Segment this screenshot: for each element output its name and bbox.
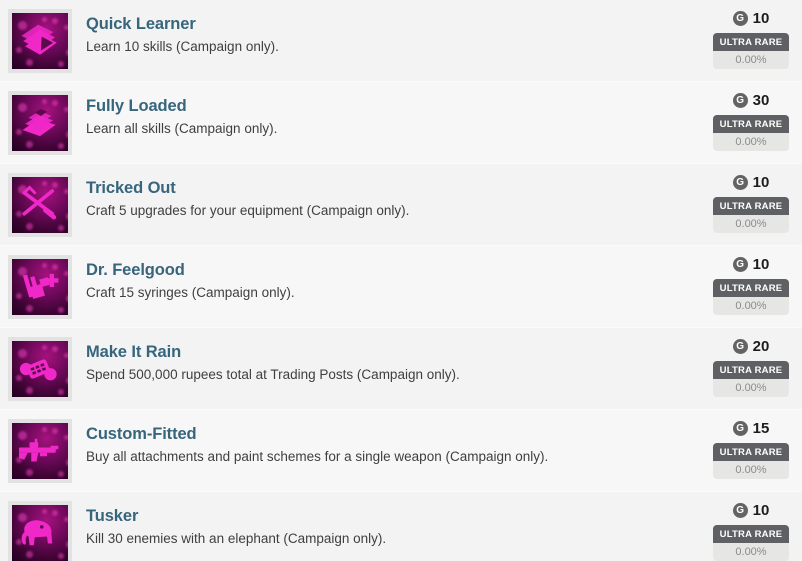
gamerscore-line: G 30 xyxy=(732,90,770,110)
rarity-percent: 0.00% xyxy=(713,297,789,315)
achievement-list: Quick Learner Learn 10 skills (Campaign o… xyxy=(0,0,802,561)
achievement-description: Kill 30 enemies with an elephant (Campai… xyxy=(86,531,387,547)
rarity-badge: ULTRA RARE xyxy=(713,279,789,297)
gamerscore-g-icon: G xyxy=(732,502,748,518)
achievement-title[interactable]: Tricked Out xyxy=(86,177,582,199)
achievement-row[interactable]: Custom-Fitted Buy all attachments and pai… xyxy=(0,410,802,492)
rarity-badge: ULTRA RARE xyxy=(713,361,789,379)
achievement-title[interactable]: Fully Loaded xyxy=(86,95,582,117)
gamerscore-g-icon: G xyxy=(732,420,748,436)
achievement-text-cell: Tricked Out Craft 5 upgrades for your equ… xyxy=(72,172,592,222)
achievement-meta-cell: G 10 ULTRA RARE 0.00% xyxy=(706,8,802,69)
achievement-row[interactable]: Quick Learner Learn 10 skills (Campaign o… xyxy=(0,0,802,82)
rarity-badge: ULTRA RARE xyxy=(713,115,789,133)
rarity-percent: 0.00% xyxy=(713,461,789,479)
achievement-icon-cell xyxy=(0,172,72,237)
gamerscore-line: G 15 xyxy=(732,418,770,438)
achievement-title[interactable]: Dr. Feelgood xyxy=(86,259,582,281)
achievement-text-cell: Make It Rain Spend 500,000 rupees total a… xyxy=(72,336,592,386)
gamerscore-value: 10 xyxy=(752,255,770,273)
achievement-icon-cell xyxy=(0,8,72,73)
achievement-title[interactable]: Make It Rain xyxy=(86,341,582,363)
rarity-box[interactable]: ULTRA RARE 0.00% xyxy=(713,525,789,561)
achievement-text-cell: Tusker Kill 30 enemies with an elephant (… xyxy=(72,500,592,550)
elephant-icon xyxy=(8,501,72,561)
achievement-meta-cell: G 15 ULTRA RARE 0.00% xyxy=(706,418,802,479)
gamerscore-g-icon: G xyxy=(732,338,748,354)
achievement-meta-cell: G 10 ULTRA RARE 0.00% xyxy=(706,172,802,233)
achievement-description: Learn all skills (Campaign only). xyxy=(86,121,278,137)
achievement-meta-cell: G 10 ULTRA RARE 0.00% xyxy=(706,500,802,561)
rarity-box[interactable]: ULTRA RARE 0.00% xyxy=(713,361,789,397)
rarity-box[interactable]: ULTRA RARE 0.00% xyxy=(713,33,789,69)
achievement-icon-cell xyxy=(0,254,72,319)
achievement-icon-cell xyxy=(0,90,72,155)
rarity-box[interactable]: ULTRA RARE 0.00% xyxy=(713,197,789,233)
rarity-badge: ULTRA RARE xyxy=(713,525,789,543)
money-bag-icon xyxy=(8,337,72,401)
gamerscore-value: 10 xyxy=(752,173,770,191)
achievement-description: Craft 15 syringes (Campaign only). xyxy=(86,285,295,301)
achievement-row[interactable]: Tricked Out Craft 5 upgrades for your equ… xyxy=(0,164,802,246)
gamerscore-value: 10 xyxy=(752,9,770,27)
rarity-percent: 0.00% xyxy=(713,51,789,69)
achievement-meta-cell: G 20 ULTRA RARE 0.00% xyxy=(706,336,802,397)
achievement-row[interactable]: Make It Rain Spend 500,000 rupees total a… xyxy=(0,328,802,410)
achievement-meta-cell: G 30 ULTRA RARE 0.00% xyxy=(706,90,802,151)
achievement-description: Craft 5 upgrades for your equipment (Cam… xyxy=(86,203,410,219)
gamerscore-line: G 10 xyxy=(732,172,770,192)
rarity-percent: 0.00% xyxy=(713,133,789,151)
assault-rifle-icon xyxy=(8,419,72,483)
achievement-text-cell: Dr. Feelgood Craft 15 syringes (Campaign … xyxy=(72,254,592,304)
gamerscore-value: 15 xyxy=(752,419,770,437)
rarity-badge: ULTRA RARE xyxy=(713,443,789,461)
gamerscore-line: G 10 xyxy=(732,254,770,274)
book-stack-icon xyxy=(8,9,72,73)
gamerscore-value: 20 xyxy=(752,337,770,355)
gamerscore-g-icon: G xyxy=(732,92,748,108)
achievement-text-cell: Quick Learner Learn 10 skills (Campaign o… xyxy=(72,8,592,58)
books-pile-icon xyxy=(8,91,72,155)
gamerscore-line: G 20 xyxy=(732,336,770,356)
achievement-row[interactable]: Fully Loaded Learn all skills (Campaign o… xyxy=(0,82,802,164)
achievement-row[interactable]: Tusker Kill 30 enemies with an elephant (… xyxy=(0,492,802,561)
rarity-percent: 0.00% xyxy=(713,543,789,561)
achievement-text-cell: Custom-Fitted Buy all attachments and pai… xyxy=(72,418,592,468)
gamerscore-line: G 10 xyxy=(732,500,770,520)
achievement-description: Spend 500,000 rupees total at Trading Po… xyxy=(86,367,460,383)
rarity-percent: 0.00% xyxy=(713,379,789,397)
achievement-icon-cell xyxy=(0,336,72,401)
crossed-tools-icon xyxy=(8,173,72,237)
achievement-icon-cell xyxy=(0,418,72,483)
achievement-text-cell: Fully Loaded Learn all skills (Campaign o… xyxy=(72,90,592,140)
gamerscore-line: G 10 xyxy=(732,8,770,28)
syringes-icon xyxy=(8,255,72,319)
gamerscore-g-icon: G xyxy=(732,10,748,26)
gamerscore-g-icon: G xyxy=(732,256,748,272)
gamerscore-value: 30 xyxy=(752,91,770,109)
gamerscore-value: 10 xyxy=(752,501,770,519)
achievement-title[interactable]: Custom-Fitted xyxy=(86,423,582,445)
achievement-title[interactable]: Quick Learner xyxy=(86,13,582,35)
rarity-badge: ULTRA RARE xyxy=(713,33,789,51)
achievement-meta-cell: G 10 ULTRA RARE 0.00% xyxy=(706,254,802,315)
rarity-percent: 0.00% xyxy=(713,215,789,233)
achievement-description: Buy all attachments and paint schemes fo… xyxy=(86,449,549,465)
rarity-box[interactable]: ULTRA RARE 0.00% xyxy=(713,279,789,315)
rarity-box[interactable]: ULTRA RARE 0.00% xyxy=(713,443,789,479)
achievement-title[interactable]: Tusker xyxy=(86,505,582,527)
achievement-icon-cell xyxy=(0,500,72,561)
rarity-box[interactable]: ULTRA RARE 0.00% xyxy=(713,115,789,151)
gamerscore-g-icon: G xyxy=(732,174,748,190)
achievement-description: Learn 10 skills (Campaign only). xyxy=(86,39,279,55)
rarity-badge: ULTRA RARE xyxy=(713,197,789,215)
achievement-row[interactable]: Dr. Feelgood Craft 15 syringes (Campaign … xyxy=(0,246,802,328)
